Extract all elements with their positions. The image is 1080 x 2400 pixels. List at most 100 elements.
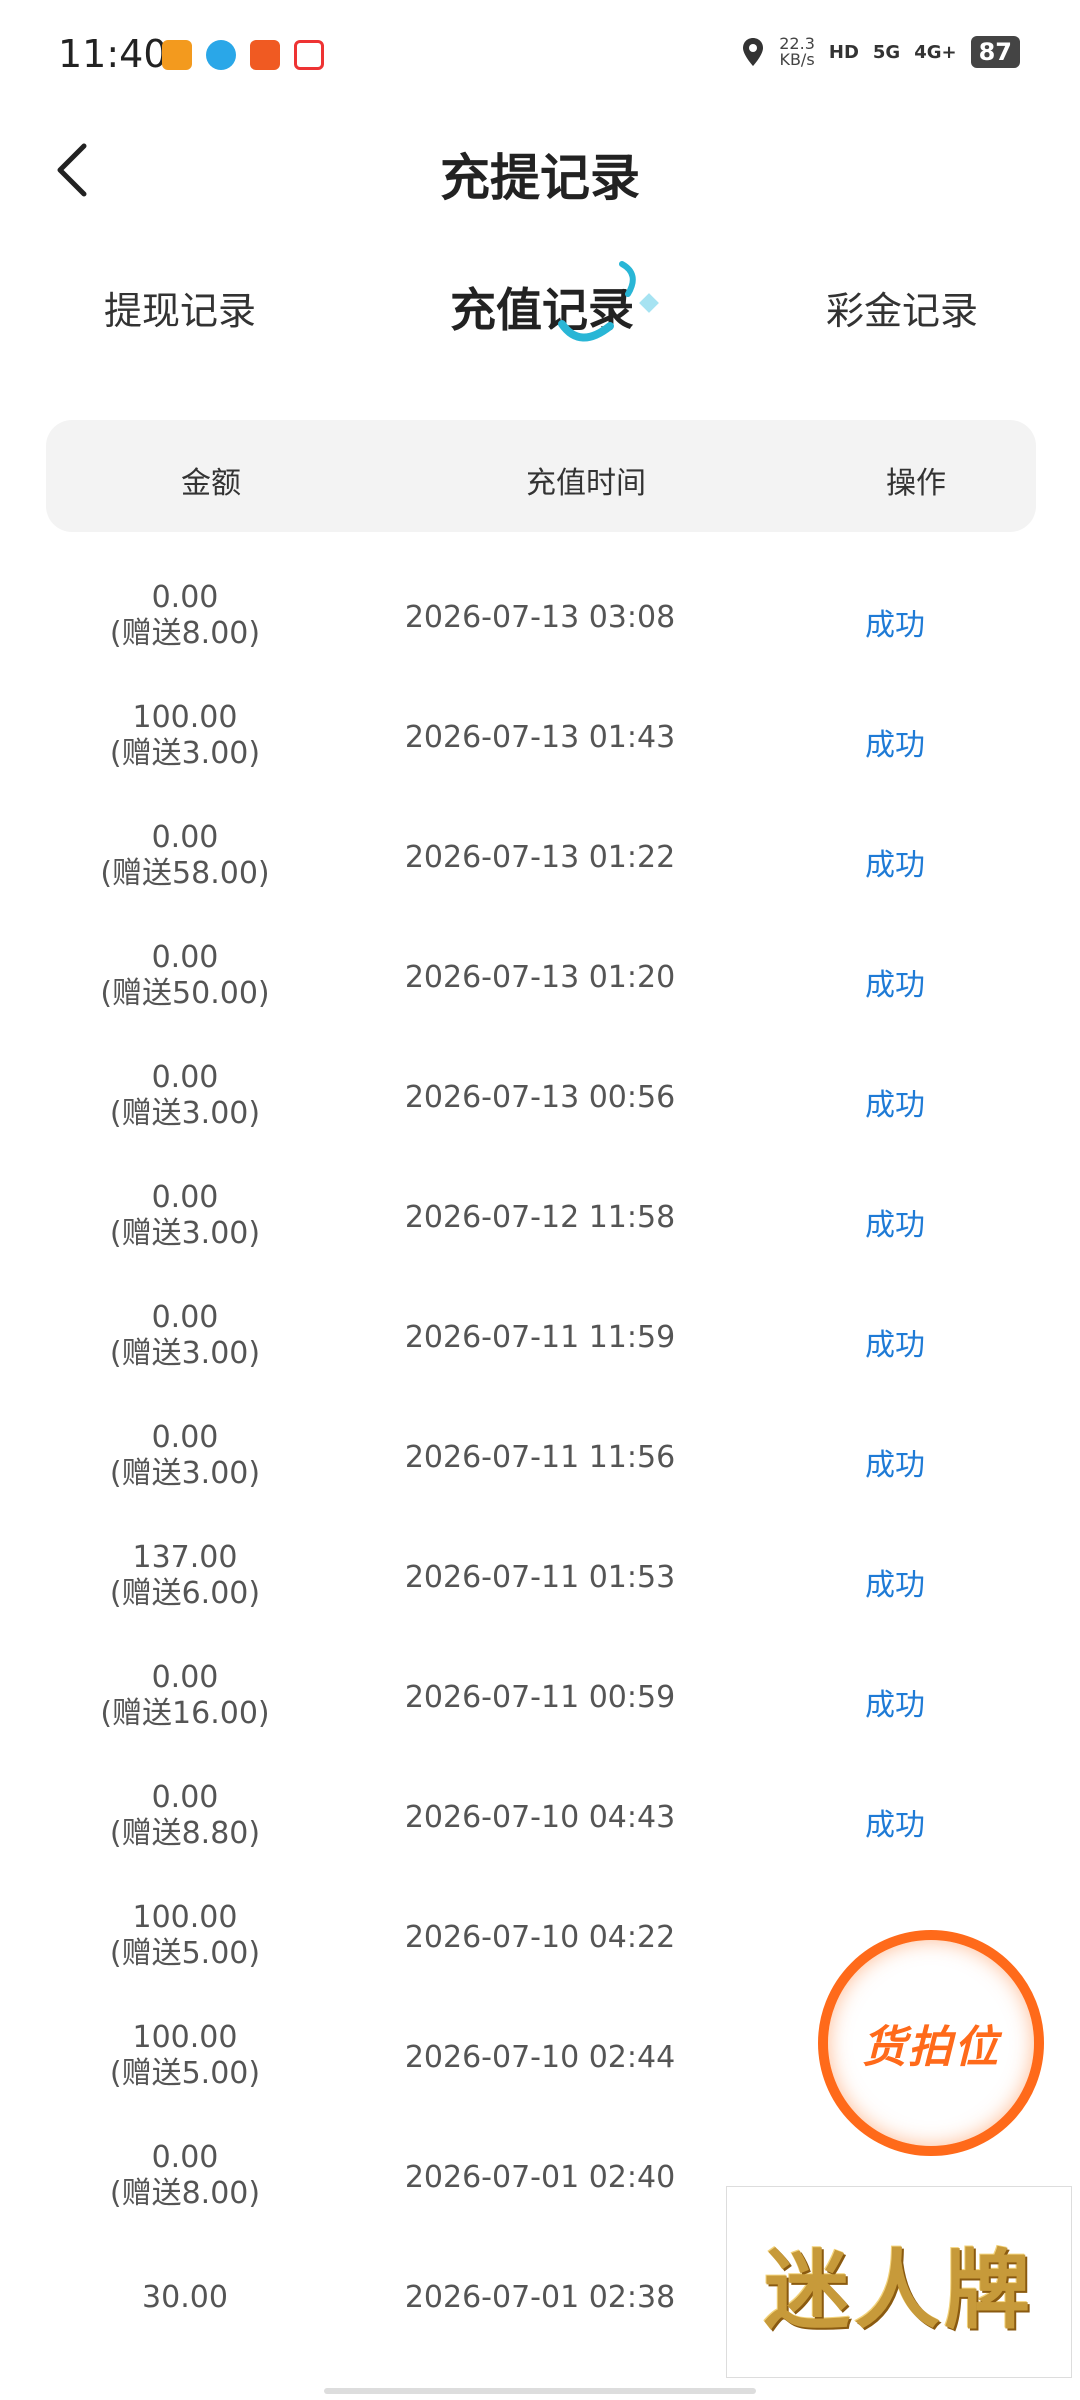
page-title: 充提记录 xyxy=(440,149,640,207)
amount-value: 100.00 xyxy=(132,700,238,735)
table-row: 0.00 (赠送3.00) 2026-07-13 00:56 成功 xyxy=(0,1040,1080,1160)
status-link[interactable]: 成功 xyxy=(800,1440,990,1484)
hd-icon: HD xyxy=(828,41,859,63)
amount-cell: 0.00 (赠送8.80) xyxy=(60,1780,310,1852)
amount-value: 0.00 xyxy=(151,1780,219,1815)
amount-cell: 0.00 (赠送16.00) xyxy=(60,1660,310,1732)
status-time: 11:40 xyxy=(58,32,168,76)
table-header: 金额 充值时间 操作 xyxy=(46,420,1036,532)
watermark-text: 迷人牌 xyxy=(764,2240,1034,2341)
bonus-value: (赠送50.00) xyxy=(100,976,270,1011)
status-link[interactable]: 成功 xyxy=(800,1320,990,1364)
status-link[interactable]: 成功 xyxy=(800,1800,990,1844)
bonus-value: (赠送6.00) xyxy=(109,1576,261,1611)
bonus-value: (赠送16.00) xyxy=(100,1696,270,1731)
app-notification-icon xyxy=(162,40,192,70)
tab-bar: 提现记录 充值记录 彩金记录 xyxy=(0,250,1080,370)
amount-cell: 0.00 (赠送3.00) xyxy=(60,1180,310,1252)
table-row: 0.00 (赠送50.00) 2026-07-13 01:20 成功 xyxy=(0,920,1080,1040)
amount-value: 137.00 xyxy=(132,1540,238,1575)
amount-value: 0.00 xyxy=(151,1180,219,1215)
badge-label: 货拍位 xyxy=(862,2022,1000,2073)
app-notification-icon xyxy=(250,40,280,70)
status-bar: 11:40 22.3 KB/s HD 5G 4G+ 87 xyxy=(0,0,1080,120)
bonus-value: (赠送5.00) xyxy=(109,2056,261,2091)
system-status-icons: 22.3 KB/s HD 5G 4G+ 87 xyxy=(741,36,1020,68)
amount-value: 100.00 xyxy=(132,1900,238,1935)
table-row: 137.00 (赠送6.00) 2026-07-11 01:53 成功 xyxy=(0,1520,1080,1640)
amount-cell: 30.00 xyxy=(60,2280,310,2316)
amount-value: 0.00 xyxy=(151,2140,219,2175)
table-row: 0.00 (赠送8.00) 2026-07-13 03:08 成功 xyxy=(0,560,1080,680)
amount-value: 30.00 xyxy=(142,2280,228,2315)
amount-cell: 0.00 (赠送50.00) xyxy=(60,940,310,1012)
amount-value: 100.00 xyxy=(132,2020,238,2055)
battery-icon: 87 xyxy=(970,36,1020,68)
time-cell: 2026-07-11 11:56 xyxy=(404,1440,676,1475)
bonus-value: (赠送3.00) xyxy=(109,1456,261,1491)
amount-value: 0.00 xyxy=(151,1300,219,1335)
table-row: 0.00 (赠送3.00) 2026-07-11 11:56 成功 xyxy=(0,1400,1080,1520)
amount-value: 0.00 xyxy=(151,940,219,975)
amount-cell: 0.00 (赠送8.00) xyxy=(60,580,310,652)
signal-5g-icon: 5G xyxy=(872,41,901,63)
status-link[interactable]: 成功 xyxy=(800,840,990,884)
amount-cell: 100.00 (赠送3.00) xyxy=(60,700,310,772)
bonus-value: (赠送8.00) xyxy=(109,2176,261,2211)
amount-cell: 0.00 (赠送58.00) xyxy=(60,820,310,892)
location-icon xyxy=(743,38,764,66)
time-cell: 2026-07-13 01:20 xyxy=(404,960,676,995)
notification-icons xyxy=(162,40,324,70)
table-row: 0.00 (赠送3.00) 2026-07-11 11:59 成功 xyxy=(0,1280,1080,1400)
amount-cell: 0.00 (赠送3.00) xyxy=(60,1060,310,1132)
qq-icon xyxy=(206,40,236,70)
time-cell: 2026-07-13 00:56 xyxy=(404,1080,676,1115)
time-cell: 2026-07-11 00:59 xyxy=(404,1680,676,1715)
amount-value: 0.00 xyxy=(151,580,219,615)
status-link[interactable]: 成功 xyxy=(800,1680,990,1724)
time-cell: 2026-07-01 02:40 xyxy=(404,2160,676,2195)
active-tab-indicator xyxy=(558,261,659,342)
table-row: 0.00 (赠送8.80) 2026-07-10 04:43 成功 xyxy=(0,1760,1080,1880)
table-row: 100.00 (赠送3.00) 2026-07-13 01:43 成功 xyxy=(0,680,1080,800)
amount-value: 0.00 xyxy=(151,1420,219,1455)
amount-value: 0.00 xyxy=(151,1660,219,1695)
status-link[interactable]: 成功 xyxy=(800,600,990,644)
58-app-icon xyxy=(294,40,324,70)
bonus-value: (赠送5.00) xyxy=(109,1936,261,1971)
floating-badge-button[interactable]: 货拍位 xyxy=(818,1930,1044,2156)
amount-cell: 0.00 (赠送3.00) xyxy=(60,1420,310,1492)
time-cell: 2026-07-12 11:58 xyxy=(404,1200,676,1235)
table-row: 0.00 (赠送16.00) 2026-07-11 00:59 成功 xyxy=(0,1640,1080,1760)
status-link[interactable]: 成功 xyxy=(800,960,990,1004)
table-row: 0.00 (赠送3.00) 2026-07-12 11:58 成功 xyxy=(0,1160,1080,1280)
time-cell: 2026-07-10 02:44 xyxy=(404,2040,676,2075)
amount-cell: 100.00 (赠送5.00) xyxy=(60,2020,310,2092)
status-link[interactable]: 成功 xyxy=(800,720,990,764)
time-cell: 2026-07-10 04:22 xyxy=(404,1920,676,1955)
column-header-action: 操作 xyxy=(886,466,946,501)
home-indicator[interactable] xyxy=(324,2388,756,2394)
tab-bonus-records[interactable]: 彩金记录 xyxy=(826,280,978,335)
time-cell: 2026-07-11 11:59 xyxy=(404,1320,676,1355)
bonus-value: (赠送3.00) xyxy=(109,1216,261,1251)
time-cell: 2026-07-13 01:43 xyxy=(404,720,676,755)
bonus-value: (赠送8.00) xyxy=(109,616,261,651)
column-header-amount: 金额 xyxy=(181,466,241,501)
time-cell: 2026-07-11 01:53 xyxy=(404,1560,676,1595)
bonus-value: (赠送3.00) xyxy=(109,736,261,771)
net-speed-unit: KB/s xyxy=(779,50,815,69)
amount-cell: 0.00 (赠送3.00) xyxy=(60,1300,310,1372)
time-cell: 2026-07-13 03:08 xyxy=(404,600,676,635)
amount-cell: 137.00 (赠送6.00) xyxy=(60,1540,310,1612)
header: 充提记录 xyxy=(0,120,1080,220)
bonus-value: (赠送58.00) xyxy=(100,856,270,891)
tab-withdraw-records[interactable]: 提现记录 xyxy=(104,280,256,335)
status-link[interactable]: 成功 xyxy=(800,1200,990,1244)
bonus-value: (赠送3.00) xyxy=(109,1096,261,1131)
status-link[interactable]: 成功 xyxy=(800,1080,990,1124)
time-cell: 2026-07-10 04:43 xyxy=(404,1800,676,1835)
bonus-value: (赠送3.00) xyxy=(109,1336,261,1371)
net-speed: 22.3 KB/s xyxy=(779,36,815,68)
status-link[interactable]: 成功 xyxy=(800,1560,990,1604)
